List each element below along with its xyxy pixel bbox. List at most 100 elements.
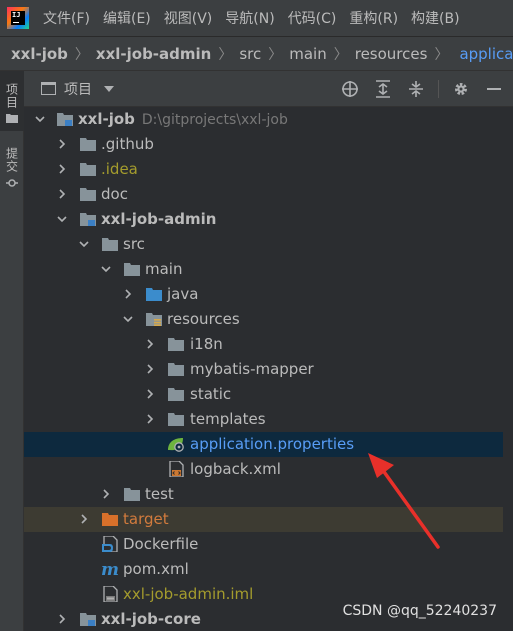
commit-icon — [6, 179, 18, 187]
breadcrumb-separator-icon: 〉 — [434, 46, 449, 63]
tree-row-templates[interactable]: templates — [24, 407, 503, 432]
chevron-down-icon[interactable] — [104, 85, 114, 92]
menu-code[interactable]: 代码(C) — [282, 8, 343, 28]
left-tool-strip: 项目 提交 — [0, 71, 24, 631]
chevron-right-icon[interactable] — [57, 164, 67, 174]
chevron-right-icon[interactable] — [145, 389, 155, 399]
chevron-right-icon[interactable] — [145, 414, 155, 424]
breadcrumb-separator-icon: 〉 — [74, 46, 89, 63]
tree-row-idea[interactable]: .idea — [24, 157, 503, 182]
chevron-right-icon[interactable] — [145, 364, 155, 374]
chevron-right-icon[interactable] — [57, 189, 67, 199]
breadcrumb-separator-icon: 〉 — [218, 46, 233, 63]
tree-label-mybatis-mapper: mybatis-mapper — [190, 360, 314, 378]
red-annotation-arrow-icon — [368, 453, 440, 549]
breadcrumb-main[interactable]: main — [289, 45, 326, 63]
breadcrumb-application-properties[interactable]: application.p — [459, 45, 513, 63]
menu-file[interactable]: 文件(F) — [37, 8, 96, 28]
folder-icon — [80, 163, 96, 176]
tree-row-java[interactable]: java — [24, 282, 503, 307]
tree-row-xxl-job-admin[interactable]: xxl-job-admin — [24, 207, 503, 232]
project-tool-tab[interactable]: 项目 — [0, 71, 24, 131]
chevron-right-icon[interactable] — [101, 489, 111, 499]
tree-row-src[interactable]: src — [24, 232, 503, 257]
tree-label-static: static — [190, 385, 232, 403]
menu-navigate[interactable]: 导航(N) — [219, 8, 280, 28]
menu-bar: IJ 文件(F) 编辑(E) 视图(V) 导航(N) 代码(C) 重构(R) 构… — [0, 0, 513, 37]
chevron-down-icon[interactable] — [35, 114, 45, 124]
folder-icon — [168, 388, 184, 401]
tree-label-target: target — [123, 510, 169, 528]
tree-row-xxl-job[interactable]: xxl-job D:\gitprojects\xxl-job — [24, 107, 503, 132]
menu-build[interactable]: 构建(B) — [405, 8, 466, 28]
collapse-all-button[interactable] — [405, 78, 427, 100]
tree-label-idea: .idea — [101, 160, 138, 178]
gear-icon — [455, 83, 467, 95]
tree-label-src: src — [123, 235, 145, 253]
tree-row-github[interactable]: .github — [24, 132, 503, 157]
breadcrumb-xxl-job[interactable]: xxl-job — [11, 45, 68, 63]
breadcrumb-src[interactable]: src — [239, 45, 261, 63]
chevron-down-icon[interactable] — [101, 264, 111, 274]
folder-icon — [6, 114, 18, 123]
spring-properties-icon — [168, 438, 184, 452]
breadcrumb-resources[interactable]: resources — [355, 45, 428, 63]
docker-file-icon — [102, 536, 118, 552]
options-button[interactable] — [450, 78, 472, 100]
tree-label-test: test — [145, 485, 174, 503]
folder-icon — [124, 488, 140, 501]
tree-row-pom-xml[interactable]: m pom.xml — [24, 557, 503, 582]
folder-icon — [80, 138, 96, 151]
tree-label-java: java — [167, 285, 199, 303]
chevron-right-icon[interactable] — [57, 139, 67, 149]
module-folder-icon — [57, 113, 73, 126]
intellij-logo-icon[interactable]: IJ — [7, 7, 29, 29]
folder-icon — [168, 413, 184, 426]
tree-row-mybatis-mapper[interactable]: mybatis-mapper — [24, 357, 503, 382]
project-view-icon — [41, 82, 56, 95]
module-folder-icon — [80, 213, 96, 226]
chevron-right-icon[interactable] — [79, 514, 89, 524]
breadcrumb-xxl-job-admin[interactable]: xxl-job-admin — [96, 45, 211, 63]
iml-file-icon — [103, 586, 118, 602]
chevron-right-icon[interactable] — [123, 289, 133, 299]
select-opened-file-button[interactable] — [339, 78, 361, 100]
tree-row-main[interactable]: main — [24, 257, 503, 282]
menu-view[interactable]: 视图(V) — [158, 8, 219, 28]
tree-row-doc[interactable]: doc — [24, 182, 503, 207]
chevron-right-icon[interactable] — [57, 614, 67, 624]
navigation-breadcrumb: xxl-job 〉 xxl-job-admin 〉 src 〉 main 〉 r… — [0, 37, 513, 71]
minimize-icon — [487, 88, 501, 90]
tree-label-i18n: i18n — [190, 335, 223, 353]
tree-scrollbar[interactable] — [503, 107, 513, 631]
module-folder-icon — [80, 613, 96, 626]
folder-icon — [102, 238, 118, 251]
tree-label-pom-xml: pom.xml — [123, 560, 189, 578]
toolbar-divider — [438, 80, 439, 98]
svg-text:m: m — [101, 561, 119, 577]
breadcrumb-separator-icon: 〉 — [268, 46, 283, 63]
chevron-down-icon[interactable] — [57, 214, 67, 224]
commit-tool-label: 提交 — [4, 147, 19, 173]
tree-row-i18n[interactable]: i18n — [24, 332, 503, 357]
menu-refactor[interactable]: 重构(R) — [343, 8, 404, 28]
hide-panel-button[interactable] — [483, 78, 505, 100]
tree-label-xxl-job-admin-iml: xxl-job-admin.iml — [123, 585, 254, 603]
tree-row-static[interactable]: static — [24, 382, 503, 407]
folder-icon — [168, 363, 184, 376]
expand-all-button[interactable] — [372, 78, 394, 100]
tree-row-resources[interactable]: resources — [24, 307, 503, 332]
menu-edit[interactable]: 编辑(E) — [97, 8, 157, 28]
chevron-down-icon[interactable] — [123, 314, 133, 324]
folder-icon — [80, 188, 96, 201]
chevron-right-icon[interactable] — [145, 339, 155, 349]
root-name: xxl-job — [78, 110, 135, 128]
excluded-folder-icon — [102, 513, 118, 526]
folder-icon — [168, 338, 184, 351]
project-view-title[interactable]: 项目 — [64, 79, 92, 99]
collapse-all-icon — [409, 81, 423, 97]
chevron-down-icon[interactable] — [79, 239, 89, 249]
source-folder-icon — [146, 288, 162, 301]
tree-label-dockerfile: Dockerfile — [123, 535, 199, 553]
commit-tool-tab[interactable]: 提交 — [0, 147, 24, 207]
